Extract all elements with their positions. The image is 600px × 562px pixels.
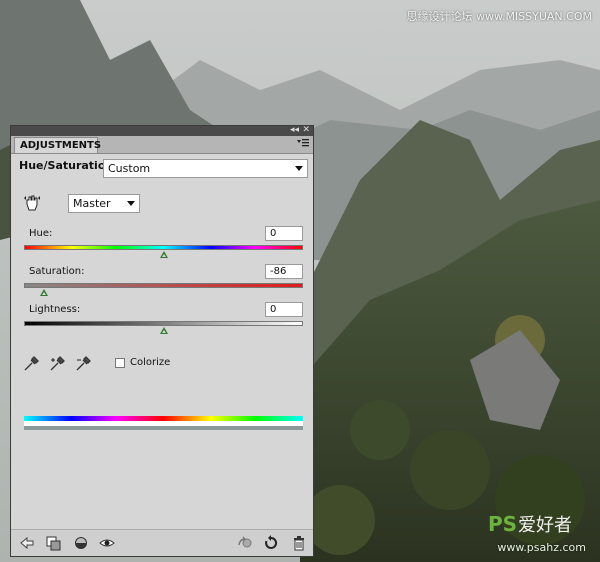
eye-icon[interactable] — [99, 535, 115, 551]
hue-slider-thumb[interactable] — [159, 251, 168, 258]
eyedropper-icon[interactable] — [23, 354, 41, 372]
panel-menu-icon[interactable] — [297, 139, 309, 149]
chevron-down-icon — [127, 201, 135, 206]
channel-value: Master — [73, 197, 111, 210]
hue-slider-track[interactable] — [24, 245, 303, 250]
lightness-input[interactable]: 0 — [265, 302, 303, 317]
lightness-slider-track[interactable] — [24, 321, 303, 326]
trash-icon[interactable] — [291, 535, 307, 551]
previous-state-icon[interactable] — [237, 535, 253, 551]
tab-adjustments[interactable]: ADJUSTMENTS — [14, 137, 101, 153]
hue-input[interactable]: 0 — [265, 226, 303, 241]
hue-label: Hue: — [29, 228, 53, 239]
close-icon[interactable]: ✕ — [302, 125, 310, 136]
spectrum-bar-bottom — [24, 426, 303, 430]
chevron-down-icon — [295, 166, 303, 171]
adjustment-title: Hue/Saturation — [19, 159, 114, 172]
clip-to-layer-icon[interactable] — [45, 535, 61, 551]
lightness-slider-thumb[interactable] — [159, 327, 168, 334]
collapse-icon[interactable]: ◂◂ — [290, 125, 299, 136]
colorize-checkbox[interactable] — [115, 358, 125, 368]
eyedropper-plus-icon[interactable] — [49, 354, 67, 372]
svg-text:PS: PS — [488, 512, 517, 536]
saturation-slider-track[interactable] — [24, 283, 303, 288]
svg-text:爱好者: 爱好者 — [518, 515, 572, 536]
reset-icon[interactable] — [263, 535, 279, 551]
channel-select[interactable]: Master — [68, 194, 140, 213]
watermark-logo: PS 爱好者 — [488, 512, 572, 536]
saturation-label: Saturation: — [29, 266, 85, 277]
saturation-slider-thumb[interactable] — [39, 289, 48, 296]
colorize-label: Colorize — [130, 357, 171, 368]
mask-icon[interactable] — [73, 535, 89, 551]
preset-select[interactable]: Custom — [103, 159, 308, 178]
preset-value: Custom — [108, 162, 151, 175]
lightness-label: Lightness: — [29, 304, 81, 315]
eyedropper-minus-icon[interactable] — [75, 354, 93, 372]
panel-bottom-toolbar — [11, 529, 313, 556]
panel-title-bar[interactable]: ◂◂ ✕ — [11, 125, 313, 136]
back-arrow-icon[interactable] — [19, 535, 35, 551]
saturation-input[interactable]: -86 — [265, 264, 303, 279]
hand-icon[interactable] — [23, 194, 41, 212]
panel-tab-row: ADJUSTMENTS — [11, 136, 313, 154]
watermark-url: www.psahz.com — [497, 541, 586, 554]
adjustments-panel: ◂◂ ✕ ADJUSTMENTS Hue/Saturation Custom M… — [10, 125, 314, 557]
watermark-top-text: 思缘设计论坛 www.MISSYUAN.COM — [406, 10, 592, 23]
